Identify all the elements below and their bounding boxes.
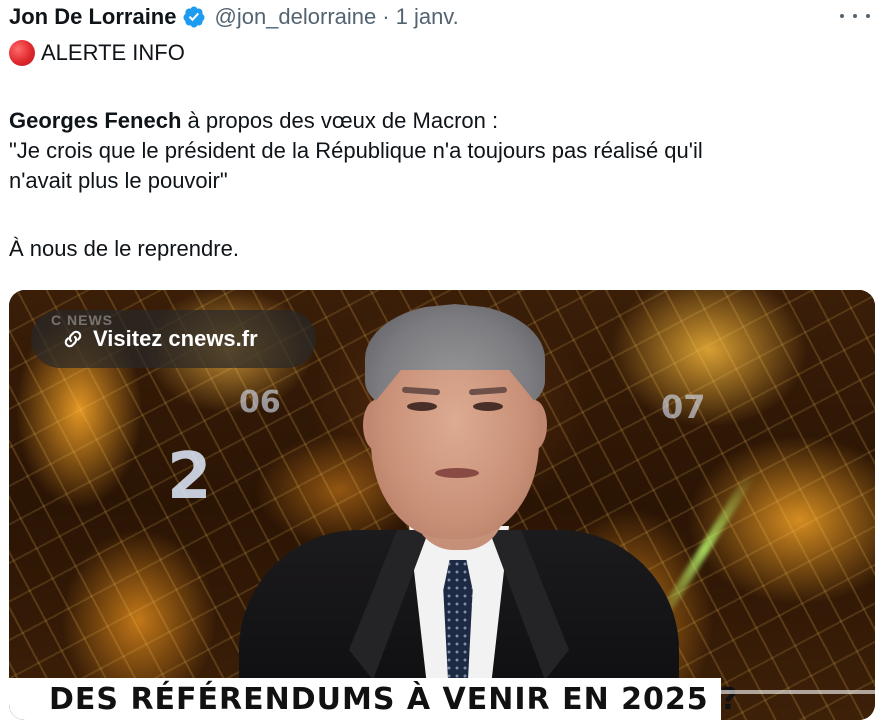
- quote-line-1: "Je crois que le président de la Républi…: [9, 138, 703, 163]
- eye: [407, 402, 437, 411]
- tweet-video[interactable]: 2 06 07 C NEWS Visitez cnews.fr DES RÉFÉ…: [9, 290, 875, 720]
- banner-text: DES RÉFÉRENDUMS À VENIR EN 2025 ?: [49, 681, 739, 717]
- quote-line-2: n'avait plus le pouvoir": [9, 168, 228, 193]
- more-dot: [866, 14, 870, 18]
- verified-badge-icon: [183, 6, 205, 28]
- eye: [473, 402, 503, 411]
- intro-line: Georges Fenech à propos des vœux de Macr…: [9, 106, 869, 136]
- mouth: [435, 468, 479, 478]
- header-separator: ·: [382, 4, 390, 29]
- visit-site-button[interactable]: C NEWS Visitez cnews.fr: [31, 310, 316, 368]
- author-display-name[interactable]: Jon De Lorraine: [9, 4, 176, 30]
- alert-line: ALERTE INFO: [9, 38, 869, 68]
- alert-text: ALERTE INFO: [41, 40, 185, 65]
- map-number: 2: [167, 440, 212, 514]
- link-icon: [64, 330, 82, 348]
- more-dot: [840, 14, 844, 18]
- tweet-header: Jon De Lorraine @jon_delorraine · 1 janv…: [9, 2, 459, 32]
- tweet-date[interactable]: 1 janv.: [396, 4, 459, 30]
- news-banner: DES RÉFÉRENDUMS À VENIR EN 2025 ?: [9, 678, 737, 720]
- speaker-name: Georges Fenech: [9, 108, 182, 133]
- red-circle-icon: [9, 40, 35, 66]
- visit-site-label: Visitez cnews.fr: [93, 326, 258, 351]
- more-dot: [853, 14, 857, 18]
- closing-line: À nous de le reprendre.: [9, 236, 239, 261]
- banner-divider: [721, 690, 875, 694]
- author-handle[interactable]: @jon_delorraine: [214, 4, 376, 30]
- tweet-card[interactable]: Jon De Lorraine @jon_delorraine · 1 janv…: [0, 0, 884, 720]
- more-horizontal-icon[interactable]: [840, 6, 870, 26]
- tweet-text: ALERTE INFO Georges Fenech à propos des …: [9, 38, 869, 264]
- channel-logo: C NEWS: [51, 312, 113, 328]
- intro-rest: à propos des vœux de Macron :: [181, 108, 499, 133]
